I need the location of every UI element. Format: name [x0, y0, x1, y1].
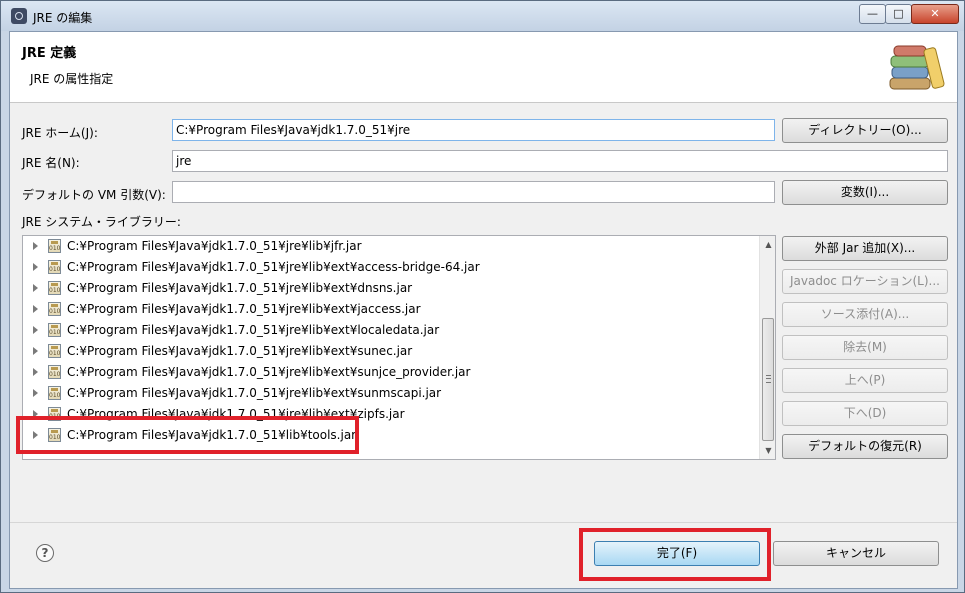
javadoc-location-button[interactable]: Javadoc ロケーション(L)...: [782, 269, 948, 294]
library-path: C:¥Program Files¥Java¥jdk1.7.0_51¥jre¥li…: [67, 302, 421, 316]
vm-args-input[interactable]: [172, 181, 775, 203]
dialog-window: JRE の編集 — □ ✕ JRE 定義 JRE の属性指定 JRE ホーム(J…: [0, 0, 965, 593]
jar-icon: 010: [48, 260, 61, 274]
list-item[interactable]: 010 C:¥Program Files¥Java¥jdk1.7.0_51¥jre…: [23, 341, 759, 362]
list-item[interactable]: 010 C:¥Program Files¥Java¥jdk1.7.0_51¥jre…: [23, 362, 759, 383]
library-path: C:¥Program Files¥Java¥jdk1.7.0_51¥jre¥li…: [67, 260, 480, 274]
library-rows: 010 C:¥Program Files¥Java¥jdk1.7.0_51¥jre…: [23, 236, 759, 446]
jre-home-input[interactable]: C:¥Program Files¥Java¥jdk1.7.0_51¥jre: [172, 119, 775, 141]
variables-button[interactable]: 変数(I)...: [782, 180, 948, 205]
directory-button[interactable]: ディレクトリー(O)...: [782, 118, 948, 143]
jar-icon: 010: [48, 365, 61, 379]
jre-name-input[interactable]: jre: [172, 150, 948, 172]
source-attach-button[interactable]: ソース添付(A)...: [782, 302, 948, 327]
scroll-down-arrow[interactable]: ▼: [760, 442, 775, 459]
jar-icon: 010: [48, 323, 61, 337]
finish-button-highlight: [579, 528, 771, 581]
library-path: C:¥Program Files¥Java¥jdk1.7.0_51¥jre¥li…: [67, 365, 471, 379]
down-button[interactable]: 下へ(D): [782, 401, 948, 426]
jar-icon: 010: [48, 239, 61, 253]
library-path: C:¥Program Files¥Java¥jdk1.7.0_51¥jre¥li…: [67, 239, 362, 253]
dialog-body: JRE 定義 JRE の属性指定 JRE ホーム(J): C:¥Program …: [9, 31, 958, 589]
header-subtitle: JRE の属性指定: [30, 72, 114, 86]
cancel-button[interactable]: キャンセル: [773, 541, 939, 566]
expand-arrow-icon[interactable]: [33, 305, 38, 313]
list-item[interactable]: 010 C:¥Program Files¥Java¥jdk1.7.0_51¥jre…: [23, 320, 759, 341]
maximize-button[interactable]: □: [885, 4, 912, 24]
books-icon: [889, 45, 945, 90]
jre-name-label: JRE 名(N):: [22, 156, 80, 170]
library-path: C:¥Program Files¥Java¥jdk1.7.0_51¥jre¥li…: [67, 386, 442, 400]
title-bar[interactable]: JRE の編集 — □ ✕: [1, 1, 964, 31]
jre-home-label: JRE ホーム(J):: [22, 126, 98, 140]
window-title: JRE の編集: [33, 11, 93, 25]
expand-arrow-icon[interactable]: [33, 284, 38, 292]
vertical-scrollbar[interactable]: ▲ ▼: [759, 236, 775, 459]
library-path: C:¥Program Files¥Java¥jdk1.7.0_51¥jre¥li…: [67, 323, 440, 337]
library-path: C:¥Program Files¥Java¥jdk1.7.0_51¥jre¥li…: [67, 344, 413, 358]
minimize-button[interactable]: —: [859, 4, 886, 24]
add-external-jar-button[interactable]: 外部 Jar 追加(X)...: [782, 236, 948, 261]
expand-arrow-icon[interactable]: [33, 389, 38, 397]
library-path: C:¥Program Files¥Java¥jdk1.7.0_51¥jre¥li…: [67, 281, 413, 295]
library-label: JRE システム・ライブラリー:: [22, 215, 181, 229]
close-button[interactable]: ✕: [911, 4, 959, 24]
jar-icon: 010: [48, 386, 61, 400]
expand-arrow-icon[interactable]: [33, 263, 38, 271]
up-button[interactable]: 上へ(P): [782, 368, 948, 393]
jar-icon: 010: [48, 302, 61, 316]
jar-icon: 010: [48, 281, 61, 295]
tools-jar-highlight: [16, 416, 359, 454]
list-item[interactable]: 010 C:¥Program Files¥Java¥jdk1.7.0_51¥jre…: [23, 257, 759, 278]
restore-default-button[interactable]: デフォルトの復元(R): [782, 434, 948, 459]
help-icon[interactable]: ?: [36, 544, 54, 562]
expand-arrow-icon[interactable]: [33, 368, 38, 376]
list-item[interactable]: 010 C:¥Program Files¥Java¥jdk1.7.0_51¥jre…: [23, 383, 759, 404]
footer-separator: [10, 522, 957, 523]
jar-icon: 010: [48, 344, 61, 358]
remove-button[interactable]: 除去(M): [782, 335, 948, 360]
expand-arrow-icon[interactable]: [33, 347, 38, 355]
dialog-header: JRE 定義 JRE の属性指定: [10, 32, 957, 103]
grip-icon: [766, 375, 771, 383]
list-item[interactable]: 010 C:¥Program Files¥Java¥jdk1.7.0_51¥jre…: [23, 299, 759, 320]
list-item[interactable]: 010 C:¥Program Files¥Java¥jdk1.7.0_51¥jre…: [23, 278, 759, 299]
vm-args-label: デフォルトの VM 引数(V):: [22, 188, 166, 202]
expand-arrow-icon[interactable]: [33, 326, 38, 334]
list-item[interactable]: 010 C:¥Program Files¥Java¥jdk1.7.0_51¥jre…: [23, 236, 759, 257]
header-title: JRE 定義: [22, 46, 77, 61]
scroll-thumb[interactable]: [762, 318, 774, 441]
scroll-up-arrow[interactable]: ▲: [760, 236, 775, 253]
eclipse-icon: [11, 8, 27, 24]
expand-arrow-icon[interactable]: [33, 242, 38, 250]
